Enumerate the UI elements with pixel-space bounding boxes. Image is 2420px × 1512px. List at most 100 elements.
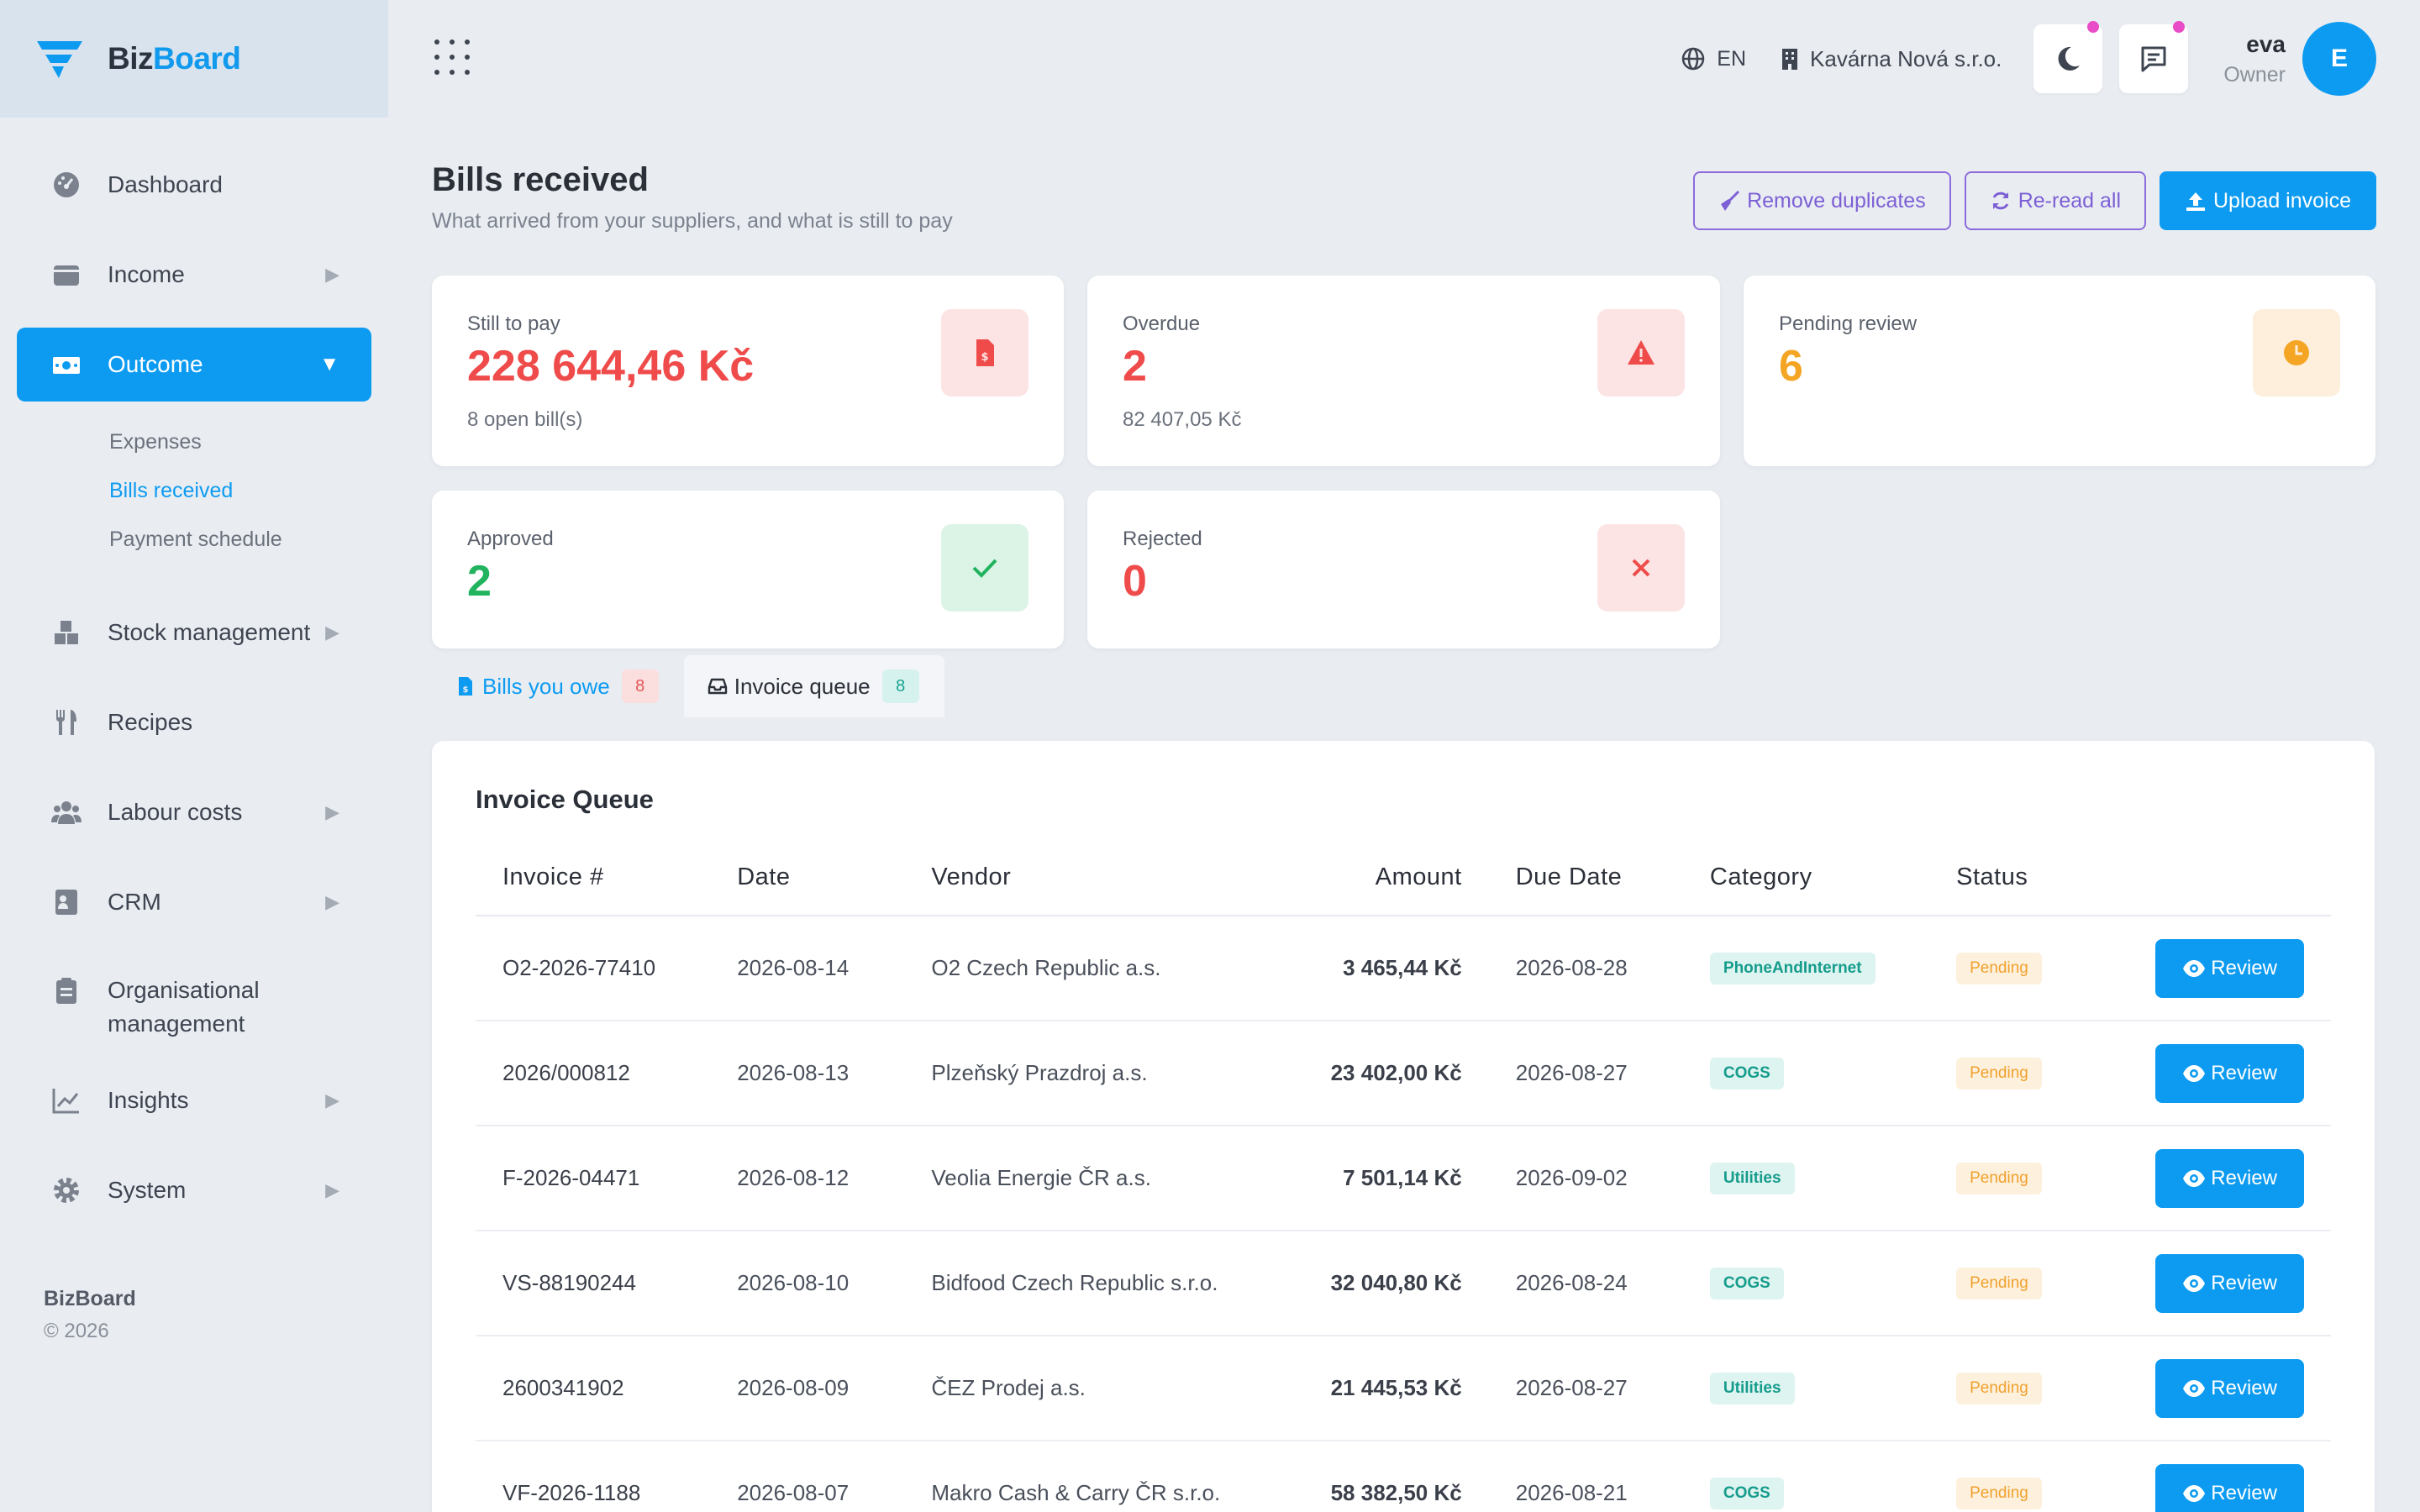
table-row: O2-2026-77410 2026-08-14 O2 Czech Republ…	[476, 916, 2331, 1021]
review-button[interactable]: Review	[2155, 1253, 2304, 1313]
column-header-date[interactable]: Date	[710, 840, 905, 916]
status-badge: Pending	[1956, 1267, 2042, 1299]
table-row: VF-2026-1188 2026-08-07 Makro Cash & Car…	[476, 1441, 2331, 1512]
table-row: 2026/000812 2026-08-13 Plzeňský Prazdroj…	[476, 1021, 2331, 1126]
sidebar-item-label: System	[108, 1177, 187, 1203]
invoice-number: F-2026-04471	[476, 1126, 711, 1231]
sidebar-footer: BizBoard © 2026	[44, 1287, 136, 1343]
stat-icon-box: $	[941, 309, 1028, 396]
sidebar-item-system[interactable]: System ▶	[17, 1153, 371, 1227]
review-button[interactable]: Review	[2155, 1148, 2304, 1208]
wallet-icon	[50, 259, 82, 291]
company-name: Kavárna Nová s.r.o.	[1810, 45, 2002, 71]
tab-count-badge: 8	[621, 669, 659, 703]
column-header-amount[interactable]: Amount	[1239, 840, 1489, 916]
remove-duplicates-label: Remove duplicates	[1747, 188, 1926, 213]
page-header: Bills received What arrived from your su…	[432, 161, 953, 234]
invoice-number: O2-2026-77410	[476, 916, 711, 1021]
column-header-invoice[interactable]: Invoice #	[476, 840, 711, 916]
invoice-queue-title: Invoice Queue	[476, 785, 654, 814]
eye-icon	[2183, 959, 2206, 977]
subnav-item-payment-schedule[interactable]: Payment schedule	[109, 515, 388, 564]
bizboard-logo-icon	[37, 41, 82, 78]
tab-bills-you-owe[interactable]: $ Bills you owe 8	[432, 655, 684, 717]
money-bill-icon	[50, 349, 82, 381]
sidebar-item-labour-costs[interactable]: Labour costs ▶	[17, 775, 371, 849]
invoice-date: 2026-08-14	[710, 916, 905, 1021]
chevron-right-icon: ▶	[325, 264, 339, 285]
tab-label: Invoice queue	[734, 673, 871, 699]
close-icon	[1632, 559, 1650, 577]
stat-subtext: 82 407,05 Kč	[1123, 408, 1242, 431]
moon-icon	[2058, 46, 2081, 71]
review-button[interactable]: Review	[2155, 938, 2304, 998]
reread-all-button[interactable]: Re-read all	[1964, 171, 2146, 230]
subnav-item-bills-received[interactable]: Bills received	[109, 466, 388, 515]
sidebar-item-recipes[interactable]: Recipes	[17, 685, 371, 759]
chart-line-icon	[50, 1084, 82, 1116]
column-header-category[interactable]: Category	[1682, 840, 1930, 916]
caret-down-icon: ▼	[319, 353, 339, 375]
invoice-number: VF-2026-1188	[476, 1441, 711, 1512]
status-badge: Pending	[1956, 1477, 2042, 1509]
review-label: Review	[2211, 956, 2277, 979]
brand[interactable]: BizBoard	[0, 0, 388, 118]
sidebar: BizBoard Dashboard Income ▶ Outcome ▼ Ex…	[0, 0, 388, 1512]
globe-icon	[1682, 47, 1705, 71]
column-header-vendor[interactable]: Vendor	[904, 840, 1240, 916]
user-name: eva	[2246, 30, 2286, 57]
messages-button[interactable]	[2119, 21, 2189, 93]
table-header-row: Invoice # Date Vendor Amount Due Date Ca…	[476, 840, 2331, 916]
stat-subtext: 8 open bill(s)	[467, 408, 583, 431]
eye-icon	[2183, 1274, 2206, 1292]
subnav-item-expenses[interactable]: Expenses	[109, 417, 388, 466]
sidebar-item-insights[interactable]: Insights ▶	[17, 1063, 371, 1137]
category-badge: PhoneAndInternet	[1709, 952, 1876, 984]
sidebar-nav: Dashboard Income ▶ Outcome ▼ Expenses Bi…	[0, 118, 388, 1227]
stat-label: Rejected	[1123, 528, 1202, 550]
sidebar-item-outcome[interactable]: Outcome ▼	[17, 328, 371, 402]
user-info[interactable]: eva Owner	[2223, 31, 2286, 87]
invoice-date: 2026-08-07	[710, 1441, 905, 1512]
tab-invoice-queue[interactable]: Invoice queue 8	[683, 655, 944, 717]
company-switcher[interactable]: Kavárna Nová s.r.o.	[1780, 46, 2002, 72]
sidebar-item-dashboard[interactable]: Dashboard	[17, 148, 371, 222]
chat-icon	[2141, 46, 2166, 72]
review-label: Review	[2211, 1481, 2277, 1504]
notification-dot	[2173, 21, 2186, 33]
table-row: 2600341902 2026-08-09 ČEZ Prodej a.s. 21…	[476, 1336, 2331, 1441]
eye-icon	[2183, 1379, 2206, 1397]
language-switcher[interactable]: EN	[1681, 47, 1746, 71]
sidebar-item-crm[interactable]: CRM ▶	[17, 865, 371, 939]
avatar[interactable]: E	[2302, 22, 2376, 96]
due-date: 2026-08-27	[1488, 1021, 1683, 1126]
inbox-icon	[708, 678, 727, 695]
remove-duplicates-button[interactable]: Remove duplicates	[1693, 171, 1951, 230]
due-date: 2026-08-27	[1488, 1336, 1683, 1441]
invoice-date: 2026-08-12	[710, 1126, 905, 1231]
column-header-status[interactable]: Status	[1929, 840, 2129, 916]
sidebar-item-label: Organisational management	[108, 977, 260, 1037]
brand-name: BizBoard	[108, 41, 241, 76]
sidebar-item-organisational-management[interactable]: Organisational management	[17, 955, 371, 1047]
check-icon	[972, 559, 997, 578]
topbar: EN Kavárna Nová s.r.o. eva Owner E	[388, 0, 2420, 118]
review-label: Review	[2211, 1376, 2277, 1399]
eye-icon	[2183, 1064, 2206, 1082]
upload-invoice-button[interactable]: Upload invoice	[2160, 171, 2376, 230]
theme-toggle-button[interactable]	[2033, 21, 2103, 93]
review-button[interactable]: Review	[2155, 1463, 2304, 1512]
sidebar-item-label: CRM	[108, 889, 161, 915]
column-header-due-date[interactable]: Due Date	[1488, 840, 1683, 916]
stat-card-still-to-pay: Still to pay 228 644,46 Kč 8 open bill(s…	[432, 276, 1064, 466]
review-button[interactable]: Review	[2155, 1043, 2304, 1103]
due-date: 2026-08-21	[1488, 1441, 1683, 1512]
stat-value: 0	[1123, 557, 1147, 606]
sidebar-item-stock-management[interactable]: Stock management ▶	[17, 596, 371, 669]
clock-icon	[2284, 340, 2309, 365]
chevron-right-icon: ▶	[325, 801, 339, 822]
apps-grid-icon[interactable]	[434, 39, 471, 76]
category-badge: COGS	[1709, 1267, 1784, 1299]
review-button[interactable]: Review	[2155, 1358, 2304, 1418]
sidebar-item-income[interactable]: Income ▶	[17, 238, 371, 312]
